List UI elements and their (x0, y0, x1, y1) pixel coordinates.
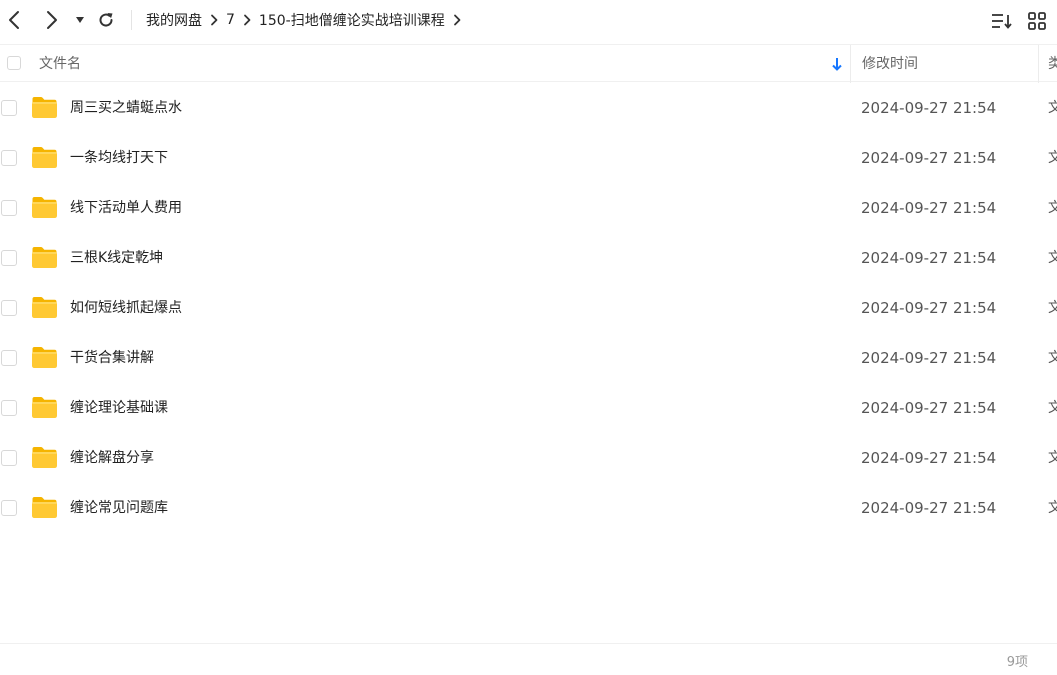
folder-icon (32, 97, 57, 118)
file-name[interactable]: 三根K线定乾坤 (70, 233, 163, 283)
modified-time: 2024-09-27 21:54 (861, 299, 997, 317)
folder-icon (32, 147, 57, 168)
toolbar-divider (131, 10, 132, 30)
chevron-right-icon (47, 11, 57, 29)
table-row[interactable]: 干货合集讲解 2024-09-27 21:54 文件夹 (0, 333, 1057, 383)
file-type: 文件夹 (1048, 400, 1057, 416)
row-checkbox[interactable] (1, 300, 17, 316)
toolbar: 我的网盘 7 150-扫地僧缠论实战培训课程 (0, 0, 1057, 40)
breadcrumb-item-current[interactable]: 150-扫地僧缠论实战培训课程 (259, 10, 445, 30)
row-checkbox[interactable] (1, 200, 17, 216)
file-name[interactable]: 周三买之蜻蜓点水 (70, 83, 182, 133)
file-type: 文件夹 (1048, 350, 1057, 366)
select-all-checkbox[interactable] (7, 56, 21, 70)
modified-time: 2024-09-27 21:54 (861, 199, 997, 217)
sort-list-icon (992, 14, 1012, 29)
table-row[interactable]: 缠论解盘分享 2024-09-27 21:54 文件夹 (0, 433, 1057, 483)
breadcrumb-item-root[interactable]: 我的网盘 (146, 10, 202, 30)
column-divider[interactable] (850, 45, 851, 83)
row-checkbox[interactable] (1, 450, 17, 466)
file-name[interactable]: 缠论解盘分享 (70, 433, 154, 483)
file-list: 周三买之蜻蜓点水 2024-09-27 21:54 文件夹 一条均线打天下 20… (0, 83, 1057, 533)
chevron-right-icon[interactable] (445, 14, 469, 26)
file-type: 文件夹 (1048, 200, 1057, 216)
folder-icon (32, 447, 57, 468)
chevron-left-icon (9, 11, 19, 29)
view-toggle-button[interactable] (1026, 10, 1048, 32)
file-name[interactable]: 一条均线打天下 (70, 133, 168, 183)
folder-icon (32, 397, 57, 418)
modified-time: 2024-09-27 21:54 (861, 149, 997, 167)
back-button[interactable] (2, 8, 26, 32)
status-bar: 9项 (0, 643, 1057, 675)
column-header-name[interactable]: 文件名 (39, 45, 81, 83)
chevron-right-icon (235, 14, 259, 26)
sort-down-arrow-icon[interactable] (831, 57, 843, 71)
breadcrumb-item-7[interactable]: 7 (226, 12, 235, 28)
column-header-time[interactable]: 修改时间 (862, 45, 918, 83)
row-checkbox[interactable] (1, 250, 17, 266)
file-name[interactable]: 缠论常见问题库 (70, 483, 168, 533)
forward-button[interactable] (40, 8, 64, 32)
table-row[interactable]: 缠论常见问题库 2024-09-27 21:54 文件夹 (0, 483, 1057, 533)
file-name[interactable]: 如何短线抓起爆点 (70, 283, 182, 333)
folder-icon (32, 497, 57, 518)
column-header-type[interactable]: 类型 (1048, 45, 1057, 83)
chevron-right-icon (202, 14, 226, 26)
breadcrumb: 我的网盘 7 150-扫地僧缠论实战培训课程 (146, 0, 469, 40)
row-checkbox[interactable] (1, 350, 17, 366)
row-checkbox[interactable] (1, 500, 17, 516)
file-name[interactable]: 缠论理论基础课 (70, 383, 168, 433)
table-row[interactable]: 缠论理论基础课 2024-09-27 21:54 文件夹 (0, 383, 1057, 433)
table-row[interactable]: 周三买之蜻蜓点水 2024-09-27 21:54 文件夹 (0, 83, 1057, 133)
modified-time: 2024-09-27 21:54 (861, 349, 997, 367)
sort-button[interactable] (991, 10, 1013, 32)
column-divider[interactable] (1038, 45, 1039, 83)
refresh-button[interactable] (94, 8, 118, 32)
folder-icon (32, 197, 57, 218)
refresh-icon (99, 13, 113, 27)
table-row[interactable]: 一条均线打天下 2024-09-27 21:54 文件夹 (0, 133, 1057, 183)
table-row[interactable]: 线下活动单人费用 2024-09-27 21:54 文件夹 (0, 183, 1057, 233)
modified-time: 2024-09-27 21:54 (861, 399, 997, 417)
modified-time: 2024-09-27 21:54 (861, 499, 997, 517)
file-type: 文件夹 (1048, 100, 1057, 116)
table-row[interactable]: 如何短线抓起爆点 2024-09-27 21:54 文件夹 (0, 283, 1057, 333)
file-type: 文件夹 (1048, 500, 1057, 516)
file-name[interactable]: 线下活动单人费用 (70, 183, 182, 233)
history-dropdown-button[interactable] (68, 8, 92, 32)
file-type: 文件夹 (1048, 300, 1057, 316)
folder-icon (32, 247, 57, 268)
table-header: 文件名 修改时间 类型 (0, 44, 1057, 83)
file-type: 文件夹 (1048, 150, 1057, 166)
item-count: 9项 (1006, 655, 1028, 670)
file-name[interactable]: 干货合集讲解 (70, 333, 154, 383)
row-checkbox[interactable] (1, 150, 17, 166)
file-type: 文件夹 (1048, 250, 1057, 266)
file-type: 文件夹 (1048, 450, 1057, 466)
row-checkbox[interactable] (1, 400, 17, 416)
grid-view-icon (1028, 12, 1046, 30)
modified-time: 2024-09-27 21:54 (861, 99, 997, 117)
folder-icon (32, 347, 57, 368)
table-row[interactable]: 三根K线定乾坤 2024-09-27 21:54 文件夹 (0, 233, 1057, 283)
modified-time: 2024-09-27 21:54 (861, 249, 997, 267)
folder-icon (32, 297, 57, 318)
file-browser: 我的网盘 7 150-扫地僧缠论实战培训课程 文件名 修改时间 类 周三买之蜻蜓… (0, 0, 1057, 675)
row-checkbox[interactable] (1, 100, 17, 116)
modified-time: 2024-09-27 21:54 (861, 449, 997, 467)
caret-down-icon (76, 17, 84, 23)
